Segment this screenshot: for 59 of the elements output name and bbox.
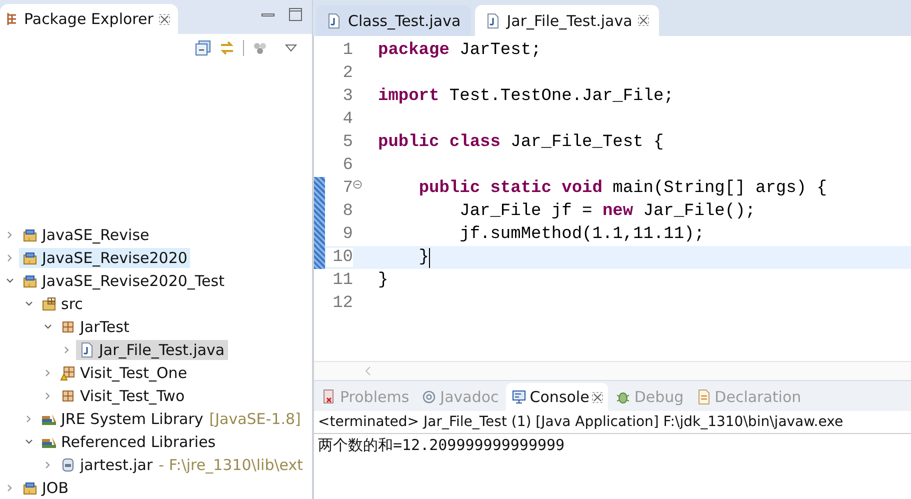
tree-item[interactable]: jartest.jar <box>57 454 156 474</box>
tree-item[interactable]: JarTest <box>57 316 132 336</box>
tree-item-decoration: [JavaSE-1.8] <box>209 410 301 428</box>
project-folder-icon <box>22 250 38 266</box>
collapse-chevron-icon[interactable] <box>24 298 34 308</box>
console-status: <terminated> Jar_File_Test (1) [Java Application] F:\jdk_1310\bin\javaw.exe <box>314 411 911 434</box>
console-monitor-icon <box>510 389 527 405</box>
link-arrows-icon[interactable] <box>219 40 235 56</box>
close-icon[interactable] <box>159 14 170 25</box>
project-folder-icon <box>22 226 38 242</box>
package-explorer-tab[interactable]: Package Explorer <box>0 4 178 34</box>
project-folder-icon <box>22 272 38 288</box>
code-line: package JarTest; <box>378 41 542 60</box>
code-line: public class Jar_File_Test { <box>378 133 664 152</box>
code-line: } <box>378 271 388 290</box>
tree-item[interactable]: Visit_Test_One <box>57 362 190 382</box>
tree-item[interactable]: JOB <box>19 478 72 498</box>
package-icon <box>60 318 76 334</box>
view-menu-icon[interactable] <box>284 42 298 53</box>
maximize-icon[interactable] <box>289 8 302 22</box>
collapse-chevron-icon[interactable] <box>24 436 34 446</box>
jar-icon <box>60 456 76 472</box>
tree-item[interactable]: JavaSE_Revise2020 <box>19 248 190 268</box>
document-icon <box>696 389 712 405</box>
code-line: Jar_File jf = new Jar_File(); <box>458 202 756 221</box>
java-file-icon <box>79 342 95 358</box>
close-icon[interactable] <box>592 392 604 402</box>
tree-item-decoration: - F:\jre_1310\lib\ext <box>158 456 303 474</box>
tree-item[interactable]: JavaSE_Revise <box>19 224 152 244</box>
package-warning-icon <box>60 364 76 380</box>
code-line: import Test.TestOne.Jar_File; <box>378 87 674 106</box>
java-file-icon <box>326 12 342 28</box>
editor-tab[interactable]: Jar_File_Test.java <box>474 5 660 36</box>
code-line: public static void main(String[] args) { <box>418 179 827 198</box>
collapse-chevron-icon[interactable] <box>5 276 15 286</box>
tree-item[interactable]: src <box>38 294 86 314</box>
collapse-all-icon[interactable] <box>195 40 211 56</box>
source-folder-icon <box>41 296 57 312</box>
close-icon[interactable] <box>638 15 650 26</box>
scroll-left-icon[interactable] <box>364 366 372 376</box>
horizontal-scrollbar[interactable] <box>314 361 911 380</box>
package-explorer-icon <box>6 12 18 26</box>
project-folder-icon <box>22 480 38 496</box>
tree-item[interactable]: Visit_Test_Two <box>57 386 188 406</box>
fold-toggle-icon[interactable] <box>353 180 362 189</box>
tree-item[interactable]: JavaSE_Revise2020_Test <box>19 270 228 290</box>
java-file-icon <box>484 12 501 28</box>
tree-item[interactable]: Referenced Libraries <box>38 432 219 452</box>
code-line: jf.sumMethod(1.1,11.11); <box>458 225 704 244</box>
line-number: 10 <box>326 248 353 267</box>
console-output: 两个数的和=12.209999999999999 <box>317 435 566 456</box>
package-icon <box>60 388 76 404</box>
collapse-chevron-icon[interactable] <box>43 322 53 332</box>
editor-tab[interactable]: Class_Test.java <box>316 5 471 36</box>
code-line: } <box>418 248 430 267</box>
tree-item[interactable]: Jar_File_Test.java <box>76 340 228 360</box>
text-cursor <box>429 248 430 268</box>
view-tab[interactable]: Console <box>506 383 608 411</box>
tree-item[interactable]: JRE System Library <box>38 408 206 428</box>
